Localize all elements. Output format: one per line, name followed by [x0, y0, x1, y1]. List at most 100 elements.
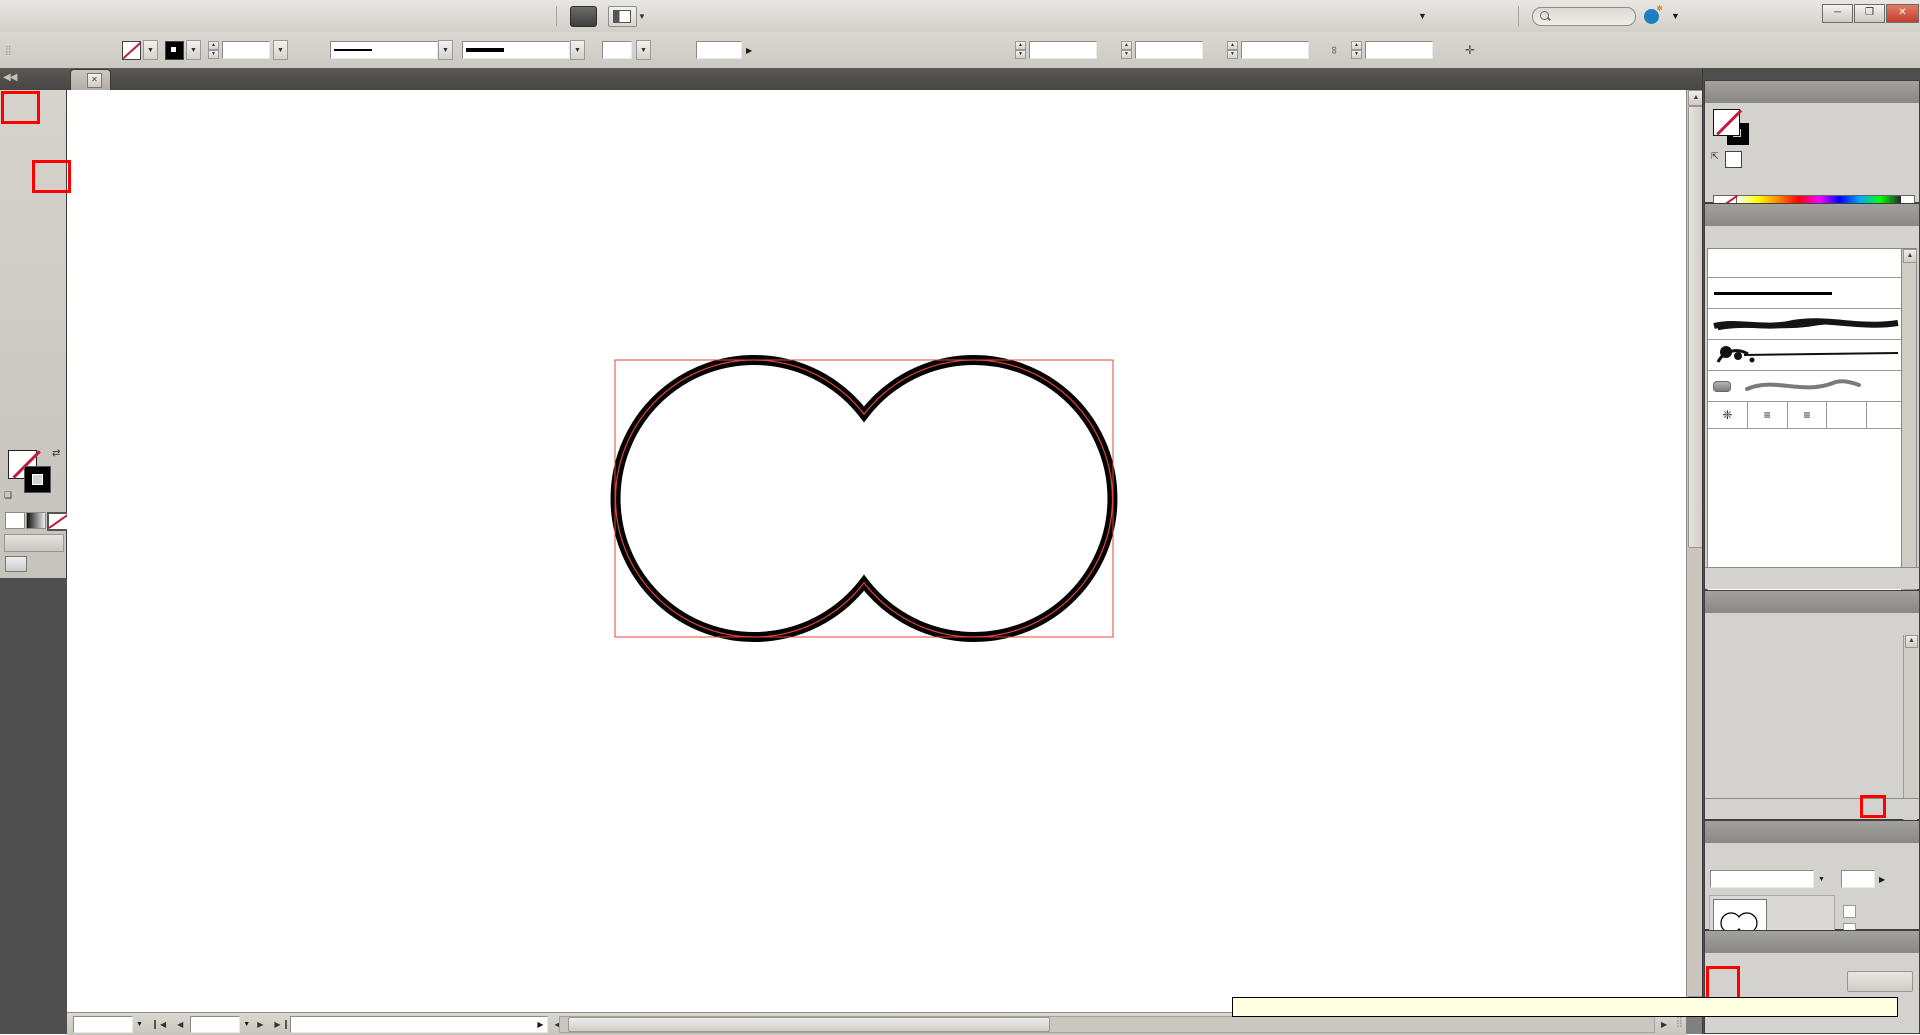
illustrator-window: ▼ ▼ ▼ ─ ❐ ✕ ⣿ ▼ ▼: [0, 0, 1920, 1034]
fill-dropdown-icon[interactable]: ▼: [143, 40, 158, 60]
artboard-number-field[interactable]: [190, 1016, 240, 1033]
maskieren-checkbox[interactable]: [1843, 905, 1856, 918]
height-field[interactable]: [1365, 41, 1433, 59]
scroll-up-icon[interactable]: ▲: [1903, 249, 1917, 263]
drawing-mode-buttons[interactable]: [4, 534, 64, 552]
color-panel: ⇱: [1704, 80, 1920, 203]
opacity-popup-icon[interactable]: ▶: [1879, 875, 1885, 884]
search-icon: [1540, 11, 1549, 20]
close-document-icon[interactable]: ✕: [87, 73, 102, 88]
link-dimensions-icon[interactable]: ∞: [1328, 46, 1340, 54]
opacity-field[interactable]: [1841, 870, 1875, 888]
zoom-dropdown-icon[interactable]: ▼: [136, 1021, 143, 1028]
screen-mode-button[interactable]: [5, 556, 27, 572]
zoom-level-field[interactable]: [73, 1016, 133, 1033]
last-artboard-icon[interactable]: ▶: [270, 1020, 286, 1029]
chevron-down-icon: ▼: [1671, 11, 1680, 21]
brush-list-scrollbar[interactable]: ▲ ▼: [1901, 248, 1917, 591]
artwork-svg: [67, 90, 1686, 1012]
x-stepper[interactable]: ▲▼: [1015, 41, 1026, 59]
stroke-weight-dropdown-icon[interactable]: ▼: [273, 40, 288, 60]
left-dock: ⇄ ❏: [0, 90, 67, 1034]
united-circles-shape[interactable]: [616, 360, 1113, 637]
divider: [556, 6, 557, 26]
layer-list-scrollbar[interactable]: ▲: [1903, 635, 1917, 821]
color-button[interactable]: [5, 512, 25, 529]
pathfinder-panel: [1704, 930, 1920, 1034]
bristle-brush-icon: [1713, 381, 1731, 392]
opacity-popup-icon[interactable]: ▶: [746, 46, 752, 55]
drag-grip-icon[interactable]: ⣿: [5, 45, 10, 56]
scroll-up-icon[interactable]: ▲: [1905, 635, 1918, 648]
bristle-brush-row[interactable]: [1708, 371, 1906, 402]
default-fill-stroke-icon[interactable]: ❏: [4, 490, 12, 501]
swap-colors-icon[interactable]: ⇱: [1711, 151, 1719, 162]
scale-strokes-icon[interactable]: ✛: [1465, 43, 1475, 57]
height-stepper[interactable]: ▲▼: [1351, 41, 1362, 59]
width-field[interactable]: [1241, 41, 1309, 59]
style-field[interactable]: [602, 41, 632, 59]
last-color-swatch[interactable]: [1725, 151, 1742, 168]
stroke-dropdown-icon[interactable]: ▼: [186, 40, 201, 60]
stroke-weight-field[interactable]: [222, 41, 270, 59]
calligraphic-brush-row[interactable]: [1708, 249, 1906, 278]
search-input[interactable]: [1551, 9, 1633, 24]
brush-definition-dropdown-icon[interactable]: ▼: [570, 40, 585, 60]
stroke-weight-stepper[interactable]: ▲▼: [208, 41, 219, 59]
minimize-button[interactable]: ─: [1822, 4, 1853, 23]
horizontal-scrollbar[interactable]: [559, 1016, 1655, 1033]
basic-brush-row[interactable]: [1708, 278, 1906, 309]
previous-artboard-icon[interactable]: ◀: [173, 1020, 187, 1029]
close-button[interactable]: ✕: [1886, 4, 1919, 23]
x-field[interactable]: [1029, 41, 1097, 59]
status-field[interactable]: ▶: [290, 1016, 548, 1033]
window-controls: ─ ❐ ✕: [1822, 4, 1919, 23]
cs-live-menu[interactable]: ▼: [1644, 0, 1680, 32]
document-tab-bar: ◀◀ ✕: [0, 68, 1920, 90]
arrange-documents-icon: [613, 10, 631, 23]
blend-mode-dropdown-icon[interactable]: ▼: [1818, 876, 1825, 883]
stroke-swatch[interactable]: [165, 41, 184, 60]
brushes-action-bar: [1705, 567, 1919, 589]
fill-color-swatch[interactable]: [1713, 109, 1740, 136]
horizontal-scroll-thumb[interactable]: [568, 1017, 1050, 1032]
basic-brush-preview: [1714, 292, 1832, 295]
transparency-panel-tabs: [1705, 821, 1919, 843]
collapse-panel-icon[interactable]: ◀◀: [3, 72, 16, 83]
bridge-button[interactable]: [570, 6, 597, 27]
opacity-field[interactable]: [696, 41, 742, 59]
vertical-scrollbar[interactable]: ▲ ▼: [1686, 90, 1703, 1012]
expand-button[interactable]: [1847, 971, 1913, 992]
width-stepper[interactable]: ▲▼: [1227, 41, 1238, 59]
charcoal-brush-row[interactable]: [1708, 309, 1906, 340]
fill-swatch[interactable]: [122, 41, 141, 60]
y-stepper[interactable]: ▲▼: [1121, 41, 1132, 59]
swap-fill-stroke-icon[interactable]: ⇄: [52, 448, 60, 459]
style-dropdown-icon[interactable]: ▼: [636, 40, 651, 60]
search-box[interactable]: [1532, 7, 1636, 26]
arrange-documents-button[interactable]: [608, 6, 637, 27]
canvas[interactable]: [67, 90, 1686, 1012]
blend-mode-field[interactable]: [1710, 870, 1814, 888]
pattern-brush-row[interactable]: ❈ ≡ ≡: [1708, 402, 1906, 429]
pattern-corner-tile: ❈: [1708, 402, 1748, 428]
right-dock: ⇱: [1702, 68, 1920, 1034]
y-field[interactable]: [1135, 41, 1203, 59]
width-profile-dropdown-icon[interactable]: ▼: [438, 40, 453, 60]
flourish-brush-row[interactable]: [1708, 340, 1906, 371]
artboard-dropdown-icon[interactable]: ▼: [243, 1021, 250, 1028]
next-artboard-icon[interactable]: ▶: [253, 1020, 267, 1029]
brush-definition-field[interactable]: [462, 41, 570, 59]
chevron-down-icon[interactable]: ▼: [638, 12, 646, 21]
none-button[interactable]: [47, 512, 69, 531]
restore-button[interactable]: ❐: [1854, 4, 1885, 23]
workspace-switcher[interactable]: ▼: [1408, 0, 1427, 32]
first-artboard-icon[interactable]: ◀: [154, 1020, 170, 1029]
resize-grip-icon[interactable]: ⣿: [1676, 1017, 1684, 1028]
stroke-color-swatch[interactable]: [24, 466, 51, 493]
color-panel-tabs: [1705, 81, 1919, 103]
scroll-right-icon[interactable]: ▶: [1657, 1020, 1671, 1029]
document-tab[interactable]: ✕: [70, 69, 111, 91]
width-profile-field[interactable]: [330, 41, 438, 59]
gradient-button[interactable]: [26, 512, 46, 529]
